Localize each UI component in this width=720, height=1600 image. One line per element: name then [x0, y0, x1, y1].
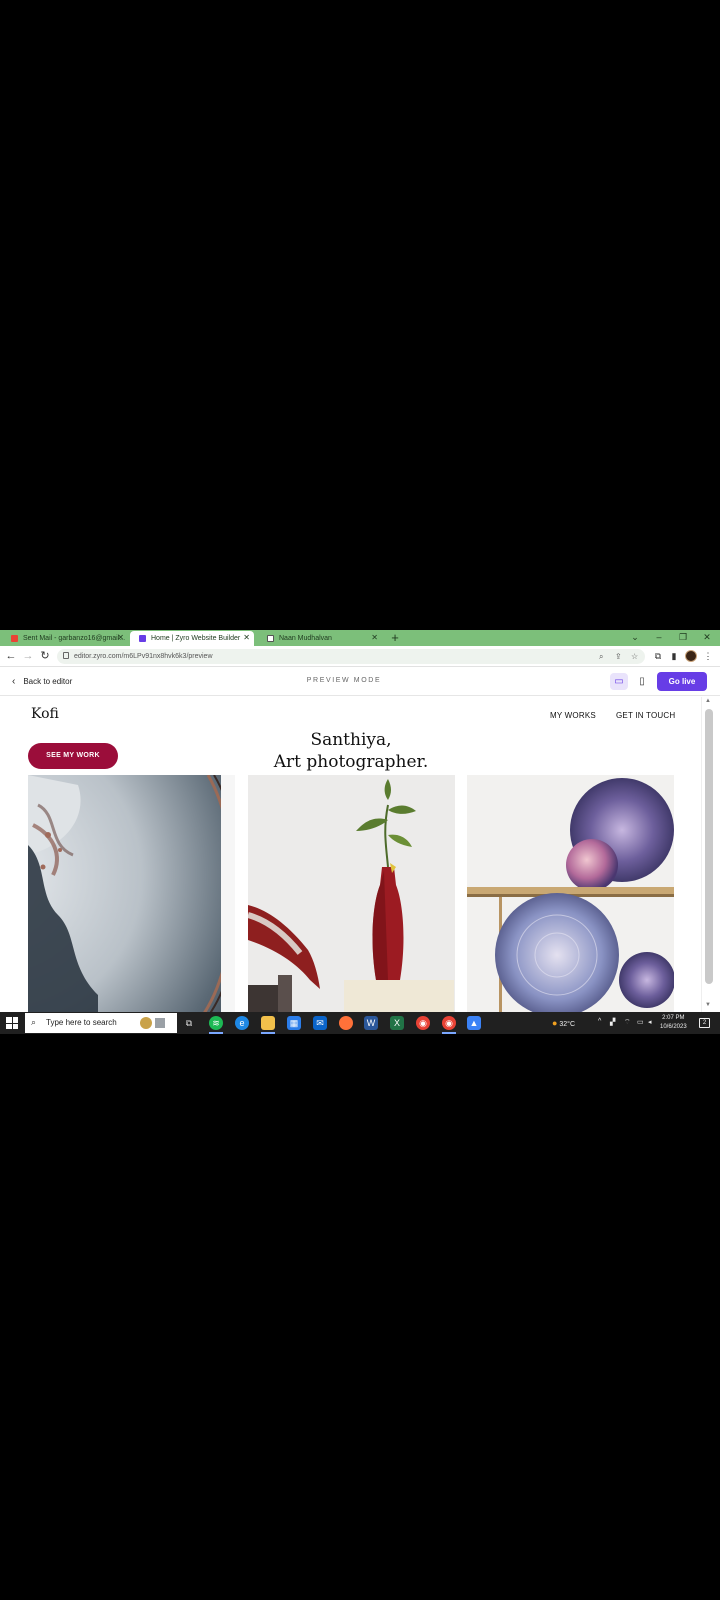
share-icon[interactable]: ⇪ [615, 651, 622, 662]
website-preview: Kofi MY WORKS GET IN TOUCH SEE MY WORK S… [0, 697, 701, 1012]
tab-zyro-builder[interactable]: Home | Zyro Website Builder ✕ [130, 631, 254, 646]
excel-icon[interactable]: X [390, 1016, 404, 1030]
gmail-icon [11, 635, 18, 642]
task-view-icon[interactable]: ⧉ [182, 1016, 196, 1030]
search-icon: ⌕ [31, 1017, 37, 1027]
tab-label: Home | Zyro Website Builder [151, 635, 241, 642]
explorer-running-indicator [261, 1032, 275, 1034]
tab-sent-mail[interactable]: Sent Mail - garbanzo16@gmail... ✕ [2, 631, 128, 646]
lock-icon [63, 652, 69, 659]
minimize-button[interactable]: – [649, 630, 669, 646]
profile-avatar[interactable] [685, 650, 697, 662]
scrollbar-thumb[interactable] [705, 709, 713, 984]
file-explorer-icon[interactable] [261, 1016, 275, 1030]
screen: Sent Mail - garbanzo16@gmail... ✕ Home |… [0, 630, 720, 1034]
gallery-image-red-vase[interactable] [248, 775, 455, 1012]
search-highlight-icon [140, 1017, 165, 1029]
battery-icon[interactable]: ▭ [637, 1018, 644, 1026]
browser-tab-strip: Sent Mail - garbanzo16@gmail... ✕ Home |… [0, 630, 720, 646]
chrome-active-icon[interactable]: ◉ [442, 1016, 456, 1030]
close-tab-icon[interactable]: ✕ [117, 633, 124, 642]
hero-line-1: Santhiya, [310, 730, 392, 750]
forward-arrow-icon[interactable]: → [21, 649, 35, 663]
tab-label: Sent Mail - garbanzo16@gmail... [23, 635, 126, 642]
address-bar[interactable]: editor.zyro.com/m6LPv91nx8hvk6k3/preview… [57, 649, 645, 664]
see-my-work-button[interactable]: SEE MY WORK [28, 743, 118, 769]
tab-naan-mudhalvan[interactable]: Naan Mudhalvan ✕ [258, 631, 382, 646]
nav-get-in-touch[interactable]: GET IN TOUCH [616, 711, 675, 720]
side-panel-icon[interactable]: ▮ [668, 650, 680, 662]
new-tab-button[interactable]: + [388, 630, 402, 646]
mail-icon[interactable]: ✉ [313, 1016, 327, 1030]
close-tab-icon[interactable]: ✕ [243, 633, 250, 642]
textured-plate-art [28, 775, 235, 1012]
store-icon[interactable]: ▦ [287, 1016, 301, 1030]
taskbar-search-placeholder: Type here to search [46, 1018, 117, 1027]
mobile-view-icon[interactable]: ▯ [633, 673, 651, 690]
scroll-down-icon[interactable]: ▼ [705, 1002, 711, 1008]
nav-my-works[interactable]: MY WORKS [550, 711, 596, 720]
reload-icon[interactable]: ↻ [38, 649, 52, 663]
clock-date: 10/6/2023 [660, 1024, 687, 1030]
spotify-running-indicator [209, 1032, 223, 1034]
sun-icon: ● [552, 1018, 558, 1028]
notification-center-icon[interactable]: 2 [699, 1018, 710, 1028]
clock-time: 2:07 PM [662, 1015, 685, 1021]
zyro-icon [139, 635, 146, 642]
go-live-button[interactable]: Go live [657, 672, 707, 691]
windows-start-icon[interactable] [6, 1017, 18, 1029]
site-favicon-icon [267, 635, 274, 642]
red-vase-art [248, 775, 455, 1012]
spotify-icon[interactable]: ≋ [209, 1016, 223, 1030]
restore-button[interactable]: ❐ [673, 630, 693, 646]
tab-search-icon[interactable]: ⌄ [625, 630, 645, 646]
word-icon[interactable]: W [364, 1016, 378, 1030]
volume-icon[interactable]: ◂ [648, 1018, 652, 1026]
gallery-image-textured-plate[interactable] [28, 775, 235, 1012]
close-window-button[interactable]: ✕ [697, 630, 717, 646]
windows-taskbar: ⌕ Type here to search ⧉ ≋ e ▦ ✉ W X ◉ ◉ … [0, 1012, 720, 1034]
preview-mode-label: PREVIEW MODE [306, 677, 382, 684]
scroll-up-icon[interactable]: ▲ [705, 698, 711, 704]
edge-icon[interactable]: e [235, 1016, 249, 1030]
menu-dots-icon[interactable]: ⋮ [702, 650, 714, 662]
gallery-image-iridescent-plates[interactable] [467, 775, 674, 1012]
taskbar-clock[interactable]: 2:07 PM 10/6/2023 [660, 1014, 687, 1032]
hero-heading: Santhiya, Art photographer. [246, 729, 456, 773]
site-logo[interactable]: Kofi [31, 706, 59, 722]
weather-temp: 32°C [559, 1021, 576, 1028]
back-arrow-icon[interactable]: ← [4, 649, 18, 663]
weather-widget[interactable]: ● 32°C [552, 1018, 575, 1028]
iridescent-plates-art [467, 775, 674, 1012]
close-tab-icon[interactable]: ✕ [371, 633, 378, 642]
extensions-icon[interactable]: ⧉ [652, 650, 664, 662]
preview-bar: ‹ Back to editor PREVIEW MODE ▭ ▯ Go liv… [0, 667, 720, 696]
browser-toolbar: ← → ↻ editor.zyro.com/m6LPv91nx8hvk6k3/p… [0, 646, 720, 667]
chrome-icon[interactable]: ◉ [416, 1016, 430, 1030]
tab-label: Naan Mudhalvan [279, 635, 332, 642]
firefox-icon[interactable] [339, 1016, 353, 1030]
desktop-view-icon[interactable]: ▭ [610, 673, 628, 690]
network-icon[interactable]: ▞ [610, 1018, 615, 1026]
bookmark-star-icon[interactable]: ☆ [631, 651, 638, 662]
wifi-icon[interactable]: ⌔ [624, 1018, 631, 1027]
zoom-icon[interactable]: ⌕ [599, 651, 603, 662]
photos-icon[interactable]: ▲ [467, 1016, 481, 1030]
hero-line-2: Art photographer. [273, 752, 429, 772]
taskbar-search-box[interactable]: ⌕ Type here to search [25, 1013, 177, 1033]
url-text: editor.zyro.com/m6LPv91nx8hvk6k3/preview [74, 653, 213, 660]
chrome-running-indicator [442, 1032, 456, 1034]
tray-overflow-icon[interactable]: ^ [598, 1018, 601, 1025]
